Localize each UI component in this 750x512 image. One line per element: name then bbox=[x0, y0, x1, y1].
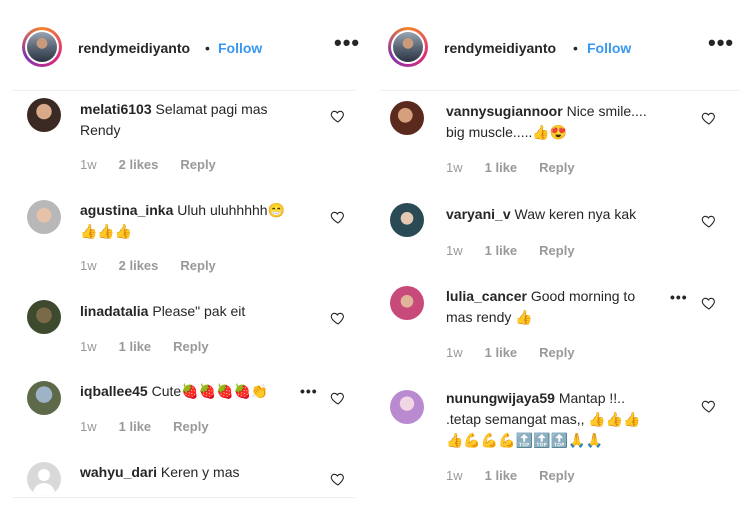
comment-meta: 1w 1 like Reply bbox=[446, 243, 597, 258]
comment-meta: 1w 1 like Reply bbox=[446, 160, 597, 175]
comment-username[interactable]: melati6103 bbox=[80, 101, 152, 117]
comment-username[interactable]: agustina_inka bbox=[80, 202, 173, 218]
reply-button[interactable]: Reply bbox=[180, 157, 215, 172]
like-heart-icon[interactable] bbox=[330, 108, 346, 124]
comment-age: 1w bbox=[446, 243, 463, 258]
comment-more-options-icon[interactable]: ••• bbox=[670, 289, 688, 305]
header-username[interactable]: rendymeidiyanto bbox=[78, 40, 190, 56]
comment-body: iqballee45 Cute🍓🍓🍓🍓👏 bbox=[80, 381, 300, 402]
commenter-avatar[interactable] bbox=[390, 286, 424, 320]
profile-photo bbox=[393, 32, 423, 62]
comment-text: Keren y mas bbox=[160, 464, 240, 480]
comment-age: 1w bbox=[80, 339, 97, 354]
reply-button[interactable]: Reply bbox=[180, 258, 215, 273]
commenter-avatar[interactable] bbox=[27, 98, 61, 132]
commenter-avatar[interactable] bbox=[390, 390, 424, 424]
header-separator-dot: • bbox=[573, 40, 578, 56]
comment-meta: 1w 1 like Reply bbox=[80, 339, 231, 354]
comment-meta: 1w 2 likes Reply bbox=[80, 157, 238, 172]
comment-age: 1w bbox=[446, 160, 463, 175]
comment-body: nunungwijaya59 Mantap !!.. .tetap semang… bbox=[446, 388, 691, 451]
comment-text: Waw keren nya kak bbox=[514, 206, 637, 222]
reply-button[interactable]: Reply bbox=[173, 419, 208, 434]
comment-body: wahyu_dari Keren y mas bbox=[80, 462, 320, 483]
left-post-comments-panel: rendymeidiyanto • Follow ••• melati6103 … bbox=[0, 0, 367, 512]
comment-body: agustina_inka Uluh uluhhhhh😁 👍👍👍 bbox=[80, 200, 320, 242]
like-heart-icon[interactable] bbox=[330, 310, 346, 326]
comment-meta: 1w 1 like Reply bbox=[446, 345, 597, 360]
comment-body: linadatalia Please" pak eit bbox=[80, 301, 320, 322]
comment-body: vannysugiannoor Nice smile.... big muscl… bbox=[446, 101, 686, 143]
right-post-comments-panel: rendymeidiyanto • Follow ••• vannysugian… bbox=[380, 0, 750, 512]
profile-photo bbox=[27, 32, 57, 62]
comment-likes[interactable]: 1 like bbox=[485, 160, 518, 175]
reply-button[interactable]: Reply bbox=[539, 345, 574, 360]
reply-button[interactable]: Reply bbox=[539, 468, 574, 483]
commenter-avatar[interactable] bbox=[390, 203, 424, 237]
header-username[interactable]: rendymeidiyanto bbox=[444, 40, 556, 56]
comment-likes[interactable]: 2 likes bbox=[119, 157, 159, 172]
panel-bottom-divider bbox=[12, 497, 355, 498]
comment-username[interactable]: vannysugiannoor bbox=[446, 103, 563, 119]
reply-button[interactable]: Reply bbox=[539, 160, 574, 175]
comment-text: Please" pak eit bbox=[152, 303, 246, 319]
like-heart-icon[interactable] bbox=[330, 390, 346, 406]
comment-likes[interactable]: 1 like bbox=[119, 419, 152, 434]
comment-likes[interactable]: 1 like bbox=[119, 339, 152, 354]
comment-age: 1w bbox=[80, 258, 97, 273]
comment-age: 1w bbox=[446, 468, 463, 483]
follow-button[interactable]: Follow bbox=[218, 40, 262, 56]
like-heart-icon[interactable] bbox=[701, 213, 717, 229]
comment-likes[interactable]: 1 like bbox=[485, 243, 518, 258]
reply-button[interactable]: Reply bbox=[173, 339, 208, 354]
commenter-avatar[interactable] bbox=[27, 200, 61, 234]
comment-age: 1w bbox=[80, 419, 97, 434]
like-heart-icon[interactable] bbox=[330, 471, 346, 487]
reply-button[interactable]: Reply bbox=[539, 243, 574, 258]
like-heart-icon[interactable] bbox=[701, 110, 717, 126]
comment-username[interactable]: iqballee45 bbox=[80, 383, 148, 399]
comment-likes[interactable]: 1 like bbox=[485, 468, 518, 483]
comment-body: melati6103 Selamat pagi mas Rendy bbox=[80, 99, 320, 141]
comment-likes[interactable]: 2 likes bbox=[119, 258, 159, 273]
like-heart-icon[interactable] bbox=[330, 209, 346, 225]
commenter-avatar-placeholder[interactable] bbox=[27, 462, 61, 496]
commenter-avatar[interactable] bbox=[27, 381, 61, 415]
comment-age: 1w bbox=[446, 345, 463, 360]
like-heart-icon[interactable] bbox=[701, 295, 717, 311]
comment-likes[interactable]: 1 like bbox=[485, 345, 518, 360]
comment-username[interactable]: nunungwijaya59 bbox=[446, 390, 555, 406]
comment-body: lulia_cancer Good morning to mas rendy 👍 bbox=[446, 286, 666, 328]
panel-gap bbox=[372, 0, 373, 512]
more-options-icon[interactable]: ••• bbox=[708, 30, 734, 56]
commenter-avatar[interactable] bbox=[27, 300, 61, 334]
comment-age: 1w bbox=[80, 157, 97, 172]
comment-username[interactable]: varyani_v bbox=[446, 206, 511, 222]
profile-avatar[interactable] bbox=[388, 27, 428, 67]
comment-text: Cute🍓🍓🍓🍓👏 bbox=[151, 383, 269, 399]
comment-meta: 1w 1 like Reply bbox=[80, 419, 231, 434]
comment-meta: 1w 2 likes Reply bbox=[80, 258, 238, 273]
like-heart-icon[interactable] bbox=[701, 398, 717, 414]
more-options-icon[interactable]: ••• bbox=[334, 30, 360, 56]
comment-username[interactable]: lulia_cancer bbox=[446, 288, 527, 304]
post-header: rendymeidiyanto • Follow ••• bbox=[380, 0, 740, 91]
comment-username[interactable]: linadatalia bbox=[80, 303, 148, 319]
header-separator-dot: • bbox=[205, 40, 210, 56]
profile-avatar[interactable] bbox=[22, 27, 62, 67]
commenter-avatar[interactable] bbox=[390, 101, 424, 135]
follow-button[interactable]: Follow bbox=[587, 40, 631, 56]
comment-meta: 1w 1 like Reply bbox=[446, 468, 597, 483]
post-header: rendymeidiyanto • Follow ••• bbox=[12, 0, 359, 91]
comment-body: varyani_v Waw keren nya kak bbox=[446, 204, 686, 225]
comment-username[interactable]: wahyu_dari bbox=[80, 464, 157, 480]
comment-more-options-icon[interactable]: ••• bbox=[300, 383, 318, 399]
